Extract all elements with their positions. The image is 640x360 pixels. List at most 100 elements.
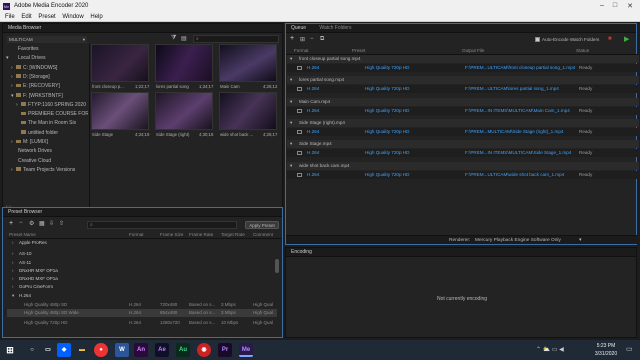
clip-thumbnail[interactable] — [219, 44, 277, 82]
output-file[interactable]: F:\PREM...IN ITEMS\MULTICAM\Side Stage_1… — [465, 149, 571, 157]
col-status[interactable]: Status — [576, 48, 589, 53]
tree-arrow-icon[interactable]: ▾ — [12, 292, 14, 299]
output-preset[interactable]: High Quality 720p HD — [365, 85, 409, 93]
view-toggle-icon[interactable]: ▤ — [181, 35, 187, 42]
tree-item[interactable]: › FTYP:1160 SPRING 2020 — [6, 102, 88, 109]
import-preset-icon[interactable]: ⇩ — [49, 220, 54, 227]
queue-source-row[interactable]: ▾ front closeup partial song.mp4 — [287, 55, 639, 63]
system-tray-icons[interactable]: ⌃ ⛅ ▭ ◀ — [536, 346, 564, 353]
tree-item[interactable]: › M: [LUMIX] — [6, 139, 88, 146]
close-button[interactable]: ✕ — [624, 2, 636, 10]
col-preset-name[interactable]: Preset Name — [9, 232, 36, 237]
tree-item[interactable]: › D: [Storage] — [6, 74, 88, 81]
output-file[interactable]: F:\PREM...IN ITEMS\MULTICAM\Main Cam_1.m… — [465, 107, 570, 115]
media-encoder-taskbar-icon[interactable]: Me — [239, 343, 253, 357]
clip-thumbnail[interactable] — [91, 44, 149, 82]
minimize-button[interactable]: – — [596, 2, 608, 9]
premiere-icon[interactable]: Pr — [218, 343, 232, 357]
export-preset-icon[interactable]: ⇧ — [59, 220, 64, 227]
preset-row[interactable]: ▾ H.264 — [7, 292, 277, 299]
tree-item[interactable]: ▾ Local Drives — [6, 55, 88, 62]
apply-preset-button[interactable]: Apply Preset — [245, 221, 279, 229]
expand-icon[interactable]: ▾ — [290, 119, 292, 127]
preset-settings-icon[interactable]: ⚙ — [29, 220, 34, 227]
clock-time[interactable]: 5:23 PM — [591, 343, 621, 349]
preset-search-input[interactable]: ⌕ — [87, 221, 237, 229]
tab-watch-folders[interactable]: Watch Folders — [319, 25, 351, 31]
queue-output-row[interactable]: H.264 High Quality 720p HD F:\PREM...IN IT… — [287, 106, 639, 115]
output-format[interactable]: H.264 — [307, 149, 319, 157]
output-file[interactable]: F:\PREM...MULTICAM\Side Stage (right)_1.… — [465, 128, 563, 136]
col-frame-size[interactable]: Frame Size — [160, 232, 184, 237]
media-browser-tab[interactable]: Media Browser — [3, 24, 282, 33]
stop-queue-icon[interactable]: ■ — [608, 36, 612, 42]
encoding-tab[interactable]: Encoding — [286, 248, 636, 257]
clip-thumbnail[interactable] — [219, 92, 277, 130]
animate-icon[interactable]: An — [134, 343, 148, 357]
queue-output-row[interactable]: H.264 High Quality 720p HD F:\PREM...ULTIC… — [287, 85, 639, 94]
expand-icon[interactable]: ▾ — [290, 55, 292, 63]
menu-edit[interactable]: Edit — [21, 13, 31, 21]
preset-row[interactable]: › GoPro CineForm — [7, 283, 277, 290]
menu-file[interactable]: File — [5, 13, 15, 21]
output-preset[interactable]: High Quality 720p HD — [365, 128, 409, 136]
expand-icon[interactable]: ▾ — [290, 76, 292, 84]
preset-row[interactable]: › Apple ProRes — [7, 239, 277, 246]
clip-thumbnail[interactable] — [155, 92, 213, 130]
col-comment[interactable]: Comment — [253, 232, 273, 237]
windows-start-icon[interactable]: ⊞ — [3, 343, 17, 357]
queue-source-row[interactable]: ▾ wide shot back cam.mp4 — [287, 161, 639, 170]
queue-source-row[interactable]: ▾ lores partial song.mp4 — [287, 76, 639, 85]
preset-row[interactable]: › DNxHR MXF OP1a — [7, 267, 277, 274]
queue-source-row[interactable]: ▾ Side Stage.mp4 — [287, 140, 639, 149]
word-icon[interactable]: W — [115, 343, 129, 357]
col-target-rate[interactable]: Target Rate — [221, 232, 245, 237]
chevron-down-icon[interactable]: ▾ — [579, 237, 582, 243]
output-format[interactable]: H.264 — [307, 85, 319, 93]
tab-queue[interactable]: Queue — [291, 25, 306, 31]
preset-scrollbar[interactable] — [275, 259, 279, 273]
menu-help[interactable]: Help — [90, 13, 102, 21]
col-format[interactable]: Format — [129, 232, 144, 237]
drive-selector[interactable]: MULTICAM ▾ — [7, 36, 87, 43]
tree-arrow-icon[interactable]: › — [12, 259, 14, 266]
expand-icon[interactable]: ▾ — [290, 162, 292, 170]
clip-thumbnail[interactable] — [155, 44, 213, 82]
col-frame-rate[interactable]: Frame Rate — [189, 232, 213, 237]
queue-output-row[interactable]: H.264 High Quality 720p HD F:\PREM...ULTIC… — [287, 64, 639, 72]
start-queue-icon[interactable]: ▶ — [624, 35, 629, 43]
col-output-file[interactable]: Output File — [462, 48, 484, 53]
remove-item-icon[interactable]: − — [310, 36, 314, 42]
tree-arrow-icon[interactable]: › — [12, 267, 14, 274]
add-output-icon[interactable]: ⊞ — [300, 36, 305, 43]
tree-item[interactable]: untitled folder — [6, 130, 88, 137]
queue-output-row[interactable]: H.264 High Quality 720p HD F:\PREM...ULTIC… — [287, 170, 639, 179]
tree-arrow-icon[interactable]: › — [12, 283, 14, 290]
clock-date[interactable]: 3/31/2020 — [591, 351, 621, 357]
output-file[interactable]: F:\PREM...ULTICAM\lores partial song_1.m… — [465, 85, 559, 93]
col-format[interactable]: Format — [294, 48, 309, 53]
preset-row[interactable]: › AS-10 — [7, 250, 277, 257]
tree-item[interactable]: Favorites — [6, 46, 88, 53]
output-preset[interactable]: High Quality 720p HD — [365, 64, 409, 72]
add-preset-icon[interactable]: + — [9, 220, 13, 227]
search-icon[interactable]: ○ — [25, 343, 39, 357]
tree-item[interactable]: PREMIERE COURSE FOR — [6, 111, 88, 118]
tree-item[interactable]: ▾ F: [WRKSTBNTF] — [6, 93, 88, 100]
maximize-button[interactable]: □ — [609, 2, 621, 9]
tree-item[interactable]: Network Drives — [6, 148, 88, 155]
notifications-icon[interactable]: ▭ — [626, 345, 633, 353]
tree-arrow-icon[interactable]: › — [12, 250, 14, 257]
add-source-icon[interactable]: + — [290, 35, 294, 42]
clip-thumbnail[interactable] — [91, 92, 149, 130]
tree-item[interactable]: › E: [RECOVERY] — [6, 83, 88, 90]
expand-icon[interactable]: ▾ — [290, 140, 292, 148]
preset-browser-tab[interactable]: Preset Browser — [3, 208, 282, 217]
preset-row[interactable]: High Quality 480p SD H.264 720x480 Based on… — [7, 301, 277, 308]
menu-preset[interactable]: Preset — [38, 13, 55, 21]
group-icon[interactable]: ▦ — [39, 220, 45, 227]
task-view-icon[interactable]: ▭ — [41, 343, 55, 357]
media-search-input[interactable]: ⌕ — [193, 35, 279, 43]
tree-arrow-icon[interactable]: › — [12, 275, 14, 282]
output-format[interactable]: H.264 — [307, 107, 319, 115]
